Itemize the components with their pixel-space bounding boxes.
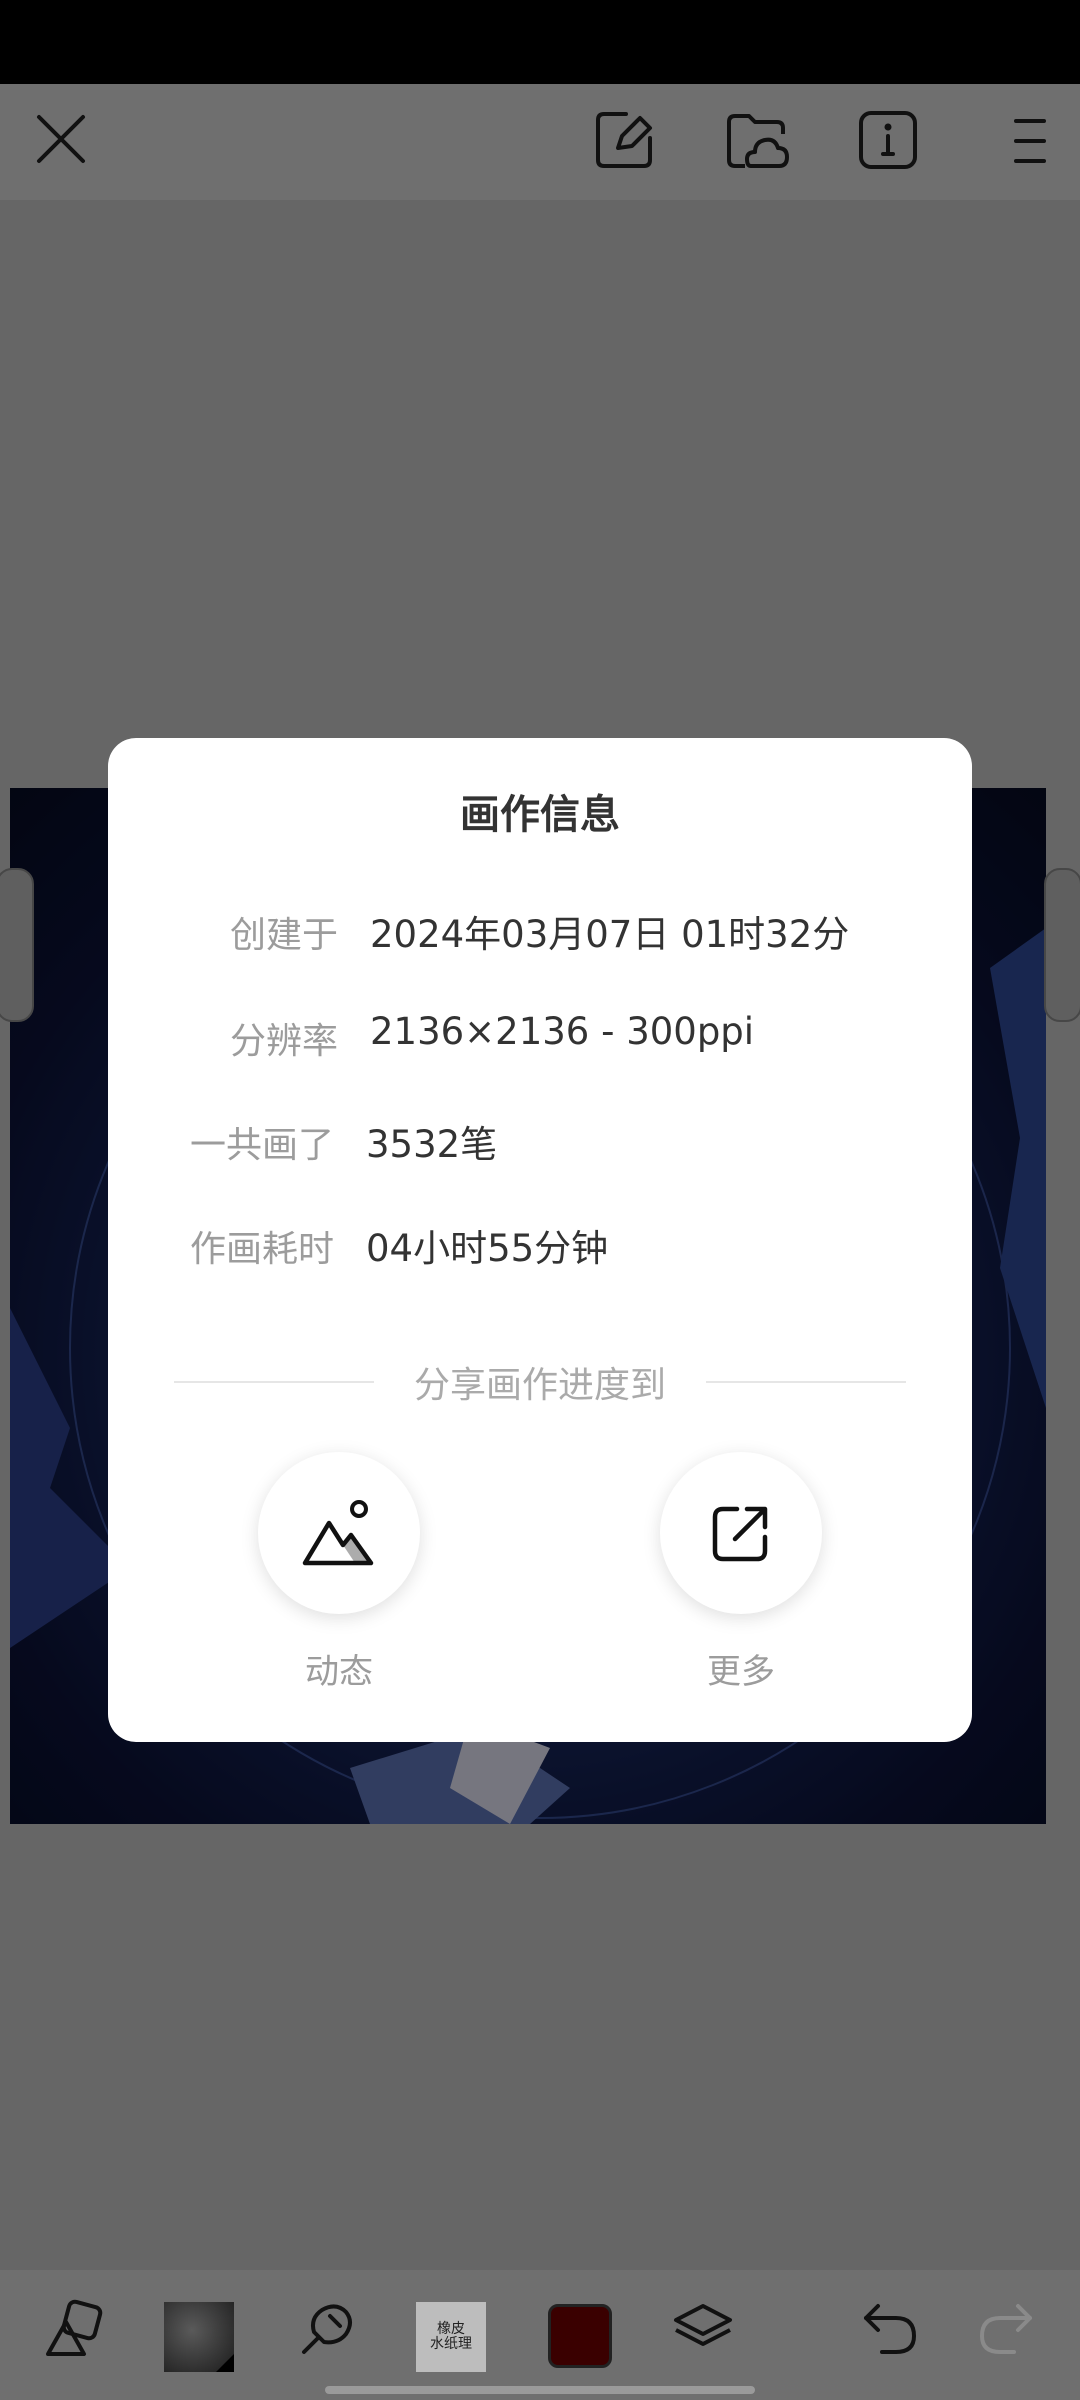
undo-icon bbox=[864, 2304, 917, 2354]
brush-size-slider-handle[interactable] bbox=[0, 868, 34, 1022]
info-button[interactable] bbox=[852, 104, 924, 176]
dialog-title: 画作信息 bbox=[460, 792, 620, 838]
edit-canvas-icon bbox=[596, 112, 652, 168]
info-row-strokes: 一共画了 3532笔 bbox=[108, 1108, 972, 1168]
duration-label: 作画耗时 bbox=[189, 1229, 334, 1270]
share-more-button[interactable] bbox=[660, 1452, 822, 1614]
brush-tool-icon bbox=[302, 2304, 352, 2354]
close-icon bbox=[37, 115, 85, 163]
info-row-duration: 作画耗时 04小时55分钟 bbox=[108, 1212, 972, 1272]
resolution-value: 2136×2136 - 300ppi bbox=[370, 1010, 755, 1053]
external-share-icon bbox=[712, 1506, 768, 1562]
info-row-created: 创建于 2024年03月07日 01时32分 bbox=[108, 898, 972, 958]
share-moments-label: 动态 bbox=[305, 1652, 373, 1692]
edit-canvas-button[interactable] bbox=[588, 104, 660, 176]
share-more-label: 更多 bbox=[707, 1652, 775, 1692]
menu-button[interactable] bbox=[1000, 106, 1060, 176]
shape-tool-button[interactable] bbox=[36, 2292, 110, 2366]
brush-tool-button[interactable] bbox=[290, 2292, 364, 2366]
info-row-resolution: 分辨率 2136×2136 - 300ppi bbox=[108, 1004, 972, 1064]
paper-texture-text: 橡皮 水纸理 bbox=[430, 2321, 472, 2352]
close-button[interactable] bbox=[26, 104, 96, 174]
created-label: 创建于 bbox=[229, 915, 338, 956]
mountain-photo-icon bbox=[302, 1500, 374, 1566]
artwork-info-dialog: 画作信息 创建于 2024年03月07日 01时32分 分辨率 2136×213… bbox=[108, 738, 972, 1742]
info-icon bbox=[859, 111, 917, 169]
layers-icon bbox=[674, 2304, 732, 2346]
menu-icon bbox=[1014, 119, 1046, 163]
share-moments-button[interactable] bbox=[258, 1452, 420, 1614]
brush-texture-corner-indicator bbox=[216, 2354, 234, 2372]
shape-tool-icon bbox=[46, 2299, 103, 2356]
cloud-folder-icon bbox=[727, 114, 789, 168]
layers-button[interactable] bbox=[666, 2292, 740, 2366]
undo-button[interactable] bbox=[852, 2292, 926, 2366]
cloud-folder-button[interactable] bbox=[720, 104, 792, 176]
redo-button[interactable] bbox=[970, 2292, 1044, 2366]
brush-texture-thumbnail[interactable] bbox=[164, 2302, 234, 2372]
home-indicator[interactable] bbox=[325, 2386, 755, 2394]
created-value: 2024年03月07日 01时32分 bbox=[370, 913, 850, 956]
bottom-toolbar: 橡皮 水纸理 bbox=[0, 2270, 1080, 2400]
share-section-label: 分享画作进度到 bbox=[413, 1365, 666, 1406]
color-swatch[interactable] bbox=[548, 2304, 612, 2368]
resolution-label: 分辨率 bbox=[229, 1021, 338, 1062]
paper-texture-thumbnail[interactable]: 橡皮 水纸理 bbox=[416, 2302, 486, 2372]
redo-icon bbox=[979, 2304, 1032, 2354]
strokes-value: 3532笔 bbox=[366, 1123, 498, 1166]
status-bar bbox=[0, 0, 1080, 84]
duration-value: 04小时55分钟 bbox=[366, 1227, 609, 1270]
strokes-label: 一共画了 bbox=[189, 1125, 334, 1166]
top-toolbar bbox=[0, 84, 1080, 200]
opacity-slider-handle[interactable] bbox=[1044, 868, 1080, 1022]
